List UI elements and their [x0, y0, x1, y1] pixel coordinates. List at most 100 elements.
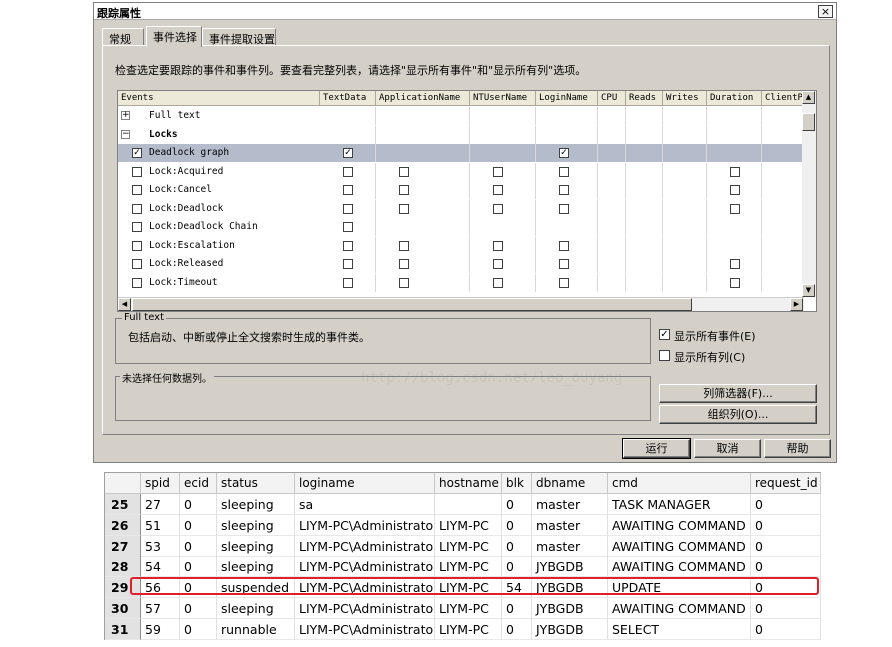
column-checkbox[interactable]: [730, 259, 740, 269]
column-checkbox[interactable]: [730, 185, 740, 195]
results-cell[interactable]: AWAITING COMMAND: [608, 514, 751, 536]
results-cell[interactable]: 0: [180, 514, 217, 536]
results-cell[interactable]: 51: [141, 514, 180, 536]
results-cell[interactable]: LIYM-PC: [435, 598, 502, 619]
results-cell[interactable]: LIYM-PC: [435, 514, 502, 536]
column-checkbox[interactable]: [493, 185, 503, 195]
column-checkbox[interactable]: [343, 203, 353, 214]
results-cell[interactable]: runnable: [217, 618, 295, 640]
column-checkbox[interactable]: [559, 185, 569, 195]
event-row[interactable]: Lock:Timeout: [118, 273, 804, 292]
scroll-down-arrow-icon[interactable]: ▼: [802, 284, 815, 297]
results-cell[interactable]: 0: [502, 494, 532, 515]
vertical-scrollbar[interactable]: ▲ ▼: [802, 91, 816, 297]
results-cell[interactable]: sleeping: [217, 494, 295, 515]
event-checkbox[interactable]: ✓: [132, 148, 142, 158]
close-button[interactable]: ×: [818, 5, 833, 18]
column-checkbox[interactable]: [559, 203, 569, 214]
results-cell[interactable]: TASK MANAGER: [608, 494, 751, 515]
grid-column-header[interactable]: Reads: [626, 91, 663, 106]
scroll-up-arrow-icon[interactable]: ▲: [802, 91, 815, 104]
results-cell[interactable]: 0: [751, 598, 821, 619]
show-all-columns-checkbox[interactable]: [659, 350, 670, 361]
collapse-icon[interactable]: −: [121, 129, 130, 139]
organize-columns-button[interactable]: 组织列(O)...: [659, 405, 817, 424]
results-cell[interactable]: LIYM-PC: [435, 556, 502, 578]
results-cell[interactable]: 0: [751, 618, 821, 640]
results-column-header[interactable]: spid: [141, 473, 180, 494]
column-checkbox[interactable]: [343, 240, 353, 251]
tab-general[interactable]: 常规: [102, 28, 144, 46]
results-cell[interactable]: LIYM-PC\Administrator: [295, 556, 435, 578]
event-checkbox[interactable]: [132, 259, 142, 269]
results-column-header[interactable]: hostname: [435, 473, 502, 494]
sp-who-results-grid[interactable]: spid ecid status loginame hostname blk dbname c…: [104, 472, 821, 640]
row-number[interactable]: 27: [105, 535, 141, 557]
event-row[interactable]: Lock:Escalation: [118, 236, 804, 255]
column-checkbox[interactable]: [343, 185, 353, 195]
column-checkbox[interactable]: [399, 259, 409, 269]
column-checkbox[interactable]: [493, 203, 503, 214]
results-cell[interactable]: 0: [502, 556, 532, 578]
column-checkbox[interactable]: [399, 240, 409, 251]
column-checkbox[interactable]: [343, 259, 353, 269]
column-checkbox[interactable]: [493, 277, 503, 288]
results-cell[interactable]: 0: [502, 514, 532, 536]
results-cell[interactable]: master: [532, 535, 608, 557]
results-cell[interactable]: AWAITING COMMAND: [608, 556, 751, 578]
event-row[interactable]: Lock:Cancel: [118, 181, 804, 199]
column-checkbox[interactable]: ✓: [343, 148, 353, 158]
results-cell[interactable]: LIYM-PC\Administrator: [295, 535, 435, 557]
row-number[interactable]: 30: [105, 598, 141, 619]
results-cell[interactable]: JYBGDB: [532, 618, 608, 640]
results-column-header[interactable]: ecid: [180, 473, 217, 494]
results-cell[interactable]: 0: [180, 598, 217, 619]
results-cell[interactable]: 0: [180, 618, 217, 640]
event-checkbox[interactable]: [132, 166, 142, 177]
event-checkbox[interactable]: [132, 203, 142, 214]
row-number[interactable]: 26: [105, 514, 141, 536]
results-column-header[interactable]: cmd: [608, 473, 751, 494]
column-checkbox[interactable]: [343, 166, 353, 177]
row-number[interactable]: 31: [105, 618, 141, 640]
results-cell[interactable]: 57: [141, 598, 180, 619]
results-cell[interactable]: [435, 494, 502, 515]
column-checkbox[interactable]: [730, 203, 740, 214]
results-cell[interactable]: 59: [141, 618, 180, 640]
results-cell[interactable]: 0: [180, 556, 217, 578]
results-cell[interactable]: 0: [751, 535, 821, 557]
grid-column-header[interactable]: ApplicationName: [376, 91, 470, 106]
results-cell[interactable]: JYBGDB: [532, 598, 608, 619]
results-cell[interactable]: 27: [141, 494, 180, 515]
results-cell[interactable]: 0: [751, 514, 821, 536]
row-number[interactable]: 28: [105, 556, 141, 578]
results-cell[interactable]: 0: [751, 494, 821, 515]
column-checkbox[interactable]: [399, 185, 409, 195]
results-column-header[interactable]: request_id: [751, 473, 821, 494]
results-column-header[interactable]: [105, 473, 141, 494]
grid-column-header[interactable]: TextData: [320, 91, 376, 106]
results-cell[interactable]: master: [532, 494, 608, 515]
column-checkbox[interactable]: [343, 277, 353, 288]
column-checkbox[interactable]: [493, 240, 503, 251]
tab-events-extraction[interactable]: 事件提取设置: [202, 28, 276, 46]
results-cell[interactable]: JYBGDB: [532, 556, 608, 578]
results-cell[interactable]: sleeping: [217, 556, 295, 578]
grid-column-header[interactable]: Writes: [663, 91, 707, 106]
expand-icon[interactable]: +: [121, 111, 130, 120]
event-row[interactable]: Lock:Released: [118, 255, 804, 273]
results-cell[interactable]: master: [532, 514, 608, 536]
results-column-header[interactable]: status: [217, 473, 295, 494]
results-cell[interactable]: LIYM-PC\Administrator: [295, 598, 435, 619]
event-row[interactable]: Lock:Deadlock Chain: [118, 218, 804, 236]
hscroll-thumb[interactable]: [132, 298, 692, 311]
column-checkbox[interactable]: [343, 222, 353, 232]
horizontal-scrollbar[interactable]: ◀ ▶: [118, 297, 804, 311]
grid-column-header[interactable]: CPU: [598, 91, 626, 106]
row-number[interactable]: 25: [105, 494, 141, 515]
column-checkbox[interactable]: [559, 277, 569, 288]
column-checkbox[interactable]: [559, 259, 569, 269]
column-checkbox[interactable]: [559, 240, 569, 251]
results-cell[interactable]: LIYM-PC: [435, 535, 502, 557]
column-checkbox[interactable]: [493, 259, 503, 269]
